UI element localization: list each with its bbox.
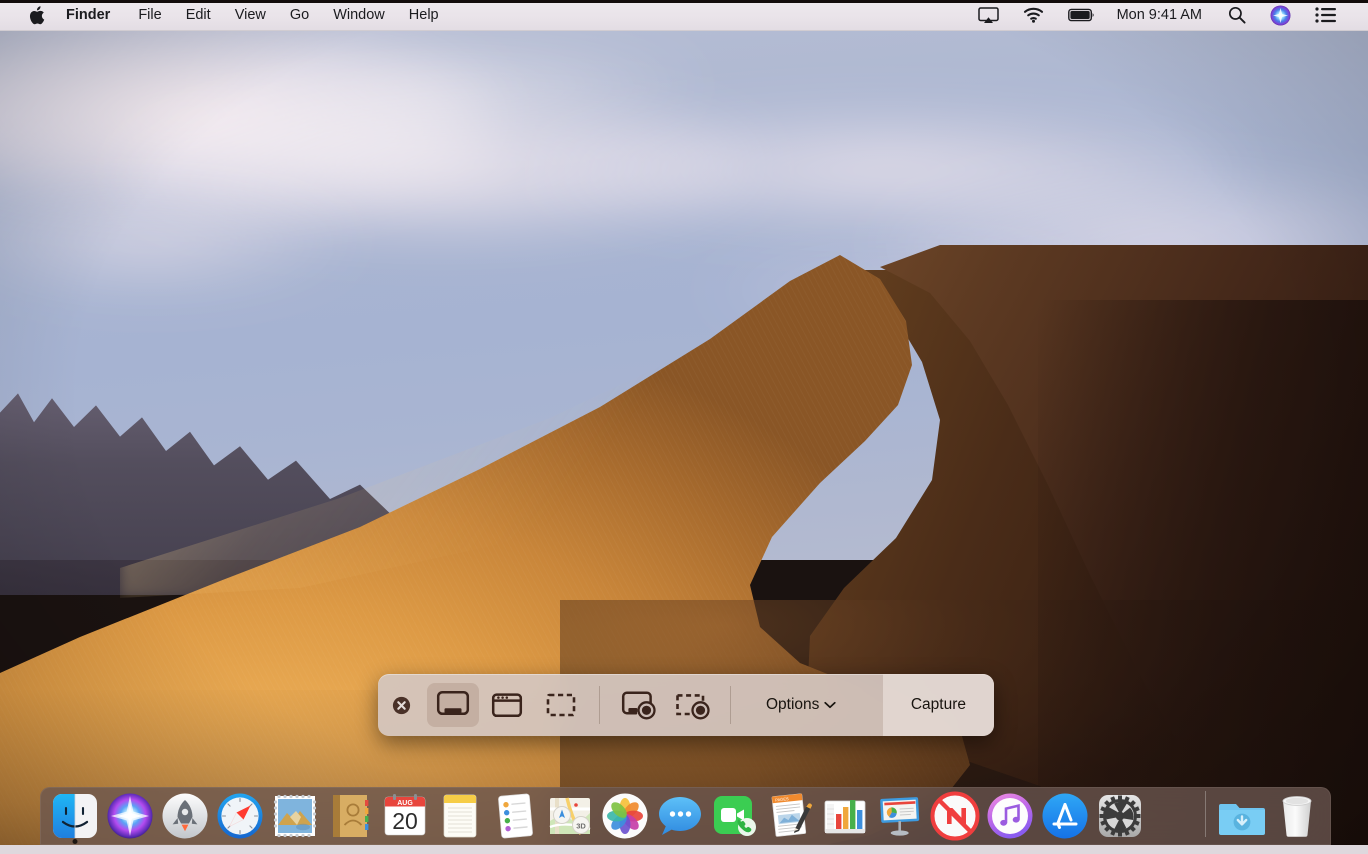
svg-text:3D: 3D <box>576 822 586 831</box>
dock-item-itunes[interactable] <box>982 787 1037 843</box>
apple-logo-icon[interactable] <box>22 6 52 25</box>
spotlight-search-icon[interactable] <box>1216 3 1258 27</box>
dock-base-strip <box>0 845 1368 854</box>
capture-entire-screen-button[interactable] <box>427 683 479 727</box>
menu-item-file[interactable]: File <box>126 4 173 26</box>
finder-icon <box>50 791 100 841</box>
dock-item-photos[interactable] <box>597 787 652 843</box>
calendar-day: 20 <box>392 808 418 834</box>
menu-item-view[interactable]: View <box>223 4 278 26</box>
menu-item-edit[interactable]: Edit <box>174 4 223 26</box>
itunes-icon <box>985 791 1035 841</box>
appstore-icon <box>1040 791 1090 841</box>
dock-item-calendar[interactable]: AUG 20 <box>377 787 432 843</box>
safari-icon <box>215 791 265 841</box>
screenshot-capture-toolbar: Options Capture <box>378 674 994 736</box>
record-entire-screen-button[interactable] <box>612 683 664 727</box>
menu-item-go[interactable]: Go <box>278 4 321 26</box>
dock-item-facetime[interactable] <box>707 787 762 843</box>
mail-icon <box>270 791 320 841</box>
dock-item-launchpad[interactable] <box>157 787 212 843</box>
contacts-icon <box>325 791 375 841</box>
dock-item-keynote[interactable] <box>872 787 927 843</box>
control-center-icon[interactable] <box>1303 3 1348 27</box>
reminders-icon <box>490 791 540 841</box>
dock-item-downloads-folder[interactable] <box>1214 787 1269 843</box>
chevron-down-icon <box>824 696 836 714</box>
photos-icon <box>600 791 650 841</box>
battery-icon[interactable] <box>1056 3 1107 27</box>
dock-item-maps[interactable]: 3D <box>542 787 597 843</box>
maps-icon: 3D <box>545 791 595 841</box>
menu-bar-clock[interactable]: Mon 9:41 AM <box>1107 7 1216 23</box>
dock-item-mail[interactable] <box>267 787 322 843</box>
menu-item-window[interactable]: Window <box>321 4 397 26</box>
dock-item-reminders[interactable] <box>487 787 542 843</box>
capture-mode-buttons <box>424 674 744 736</box>
facetime-icon <box>710 791 760 841</box>
calendar-month: AUG <box>397 800 413 807</box>
dock-item-siri[interactable] <box>102 787 157 843</box>
numbers-icon <box>820 791 870 841</box>
notes-icon <box>435 791 485 841</box>
toolbar-divider <box>599 686 600 724</box>
messages-icon <box>655 791 705 841</box>
dock-item-pages[interactable]: PAGES <box>762 787 817 843</box>
selection-record-icon <box>673 690 711 720</box>
window-icon <box>490 690 524 720</box>
menu-bar-status-area: Mon 9:41 AM <box>966 3 1368 27</box>
downloads-folder-icon <box>1217 791 1267 841</box>
launchpad-icon <box>160 791 210 841</box>
capture-selected-window-button[interactable] <box>481 683 533 727</box>
dock-item-system-preferences[interactable] <box>1092 787 1147 843</box>
dock: AUG 20 <box>40 787 1331 845</box>
options-label: Options <box>766 696 819 714</box>
dock-item-app-store[interactable] <box>1037 787 1092 843</box>
close-capture-toolbar-button[interactable] <box>378 674 424 736</box>
dock-item-safari[interactable] <box>212 787 267 843</box>
dock-item-messages[interactable] <box>652 787 707 843</box>
dock-item-numbers[interactable] <box>817 787 872 843</box>
menu-item-finder[interactable]: Finder <box>52 4 126 26</box>
screen-record-icon <box>619 690 657 720</box>
dock-item-news[interactable] <box>927 787 982 843</box>
siri-icon <box>105 791 155 841</box>
wifi-icon[interactable] <box>1011 3 1056 27</box>
wallpaper-dune-edge-shadow <box>1038 300 1368 854</box>
menu-bar: Finder File Edit View Go Window Help <box>0 0 1368 31</box>
options-button[interactable]: Options <box>744 674 858 736</box>
dock-item-trash[interactable] <box>1269 787 1324 843</box>
trash-icon <box>1272 791 1322 841</box>
news-icon <box>930 791 980 841</box>
menu-item-help[interactable]: Help <box>397 4 451 26</box>
siri-icon[interactable] <box>1258 3 1303 27</box>
pages-icon: PAGES <box>765 791 815 841</box>
menu-bar-left: Finder File Edit View Go Window Help <box>0 4 451 26</box>
keynote-icon <box>875 791 925 841</box>
desktop-screen: Finder File Edit View Go Window Help <box>0 0 1368 854</box>
airplay-icon[interactable] <box>966 3 1011 27</box>
toolbar-divider <box>730 686 731 724</box>
gear-icon <box>1095 791 1145 841</box>
dock-item-notes[interactable] <box>432 787 487 843</box>
dock-item-contacts[interactable] <box>322 787 377 843</box>
dashed-selection-icon <box>544 690 578 720</box>
capture-button[interactable]: Capture <box>883 674 994 736</box>
screen-icon <box>436 690 470 720</box>
running-indicator-dot <box>72 839 77 844</box>
record-selected-portion-button[interactable] <box>666 683 718 727</box>
calendar-icon: AUG 20 <box>380 791 430 841</box>
dock-divider <box>1205 791 1206 837</box>
dock-item-finder[interactable] <box>47 787 102 843</box>
capture-selected-portion-button[interactable] <box>535 683 587 727</box>
